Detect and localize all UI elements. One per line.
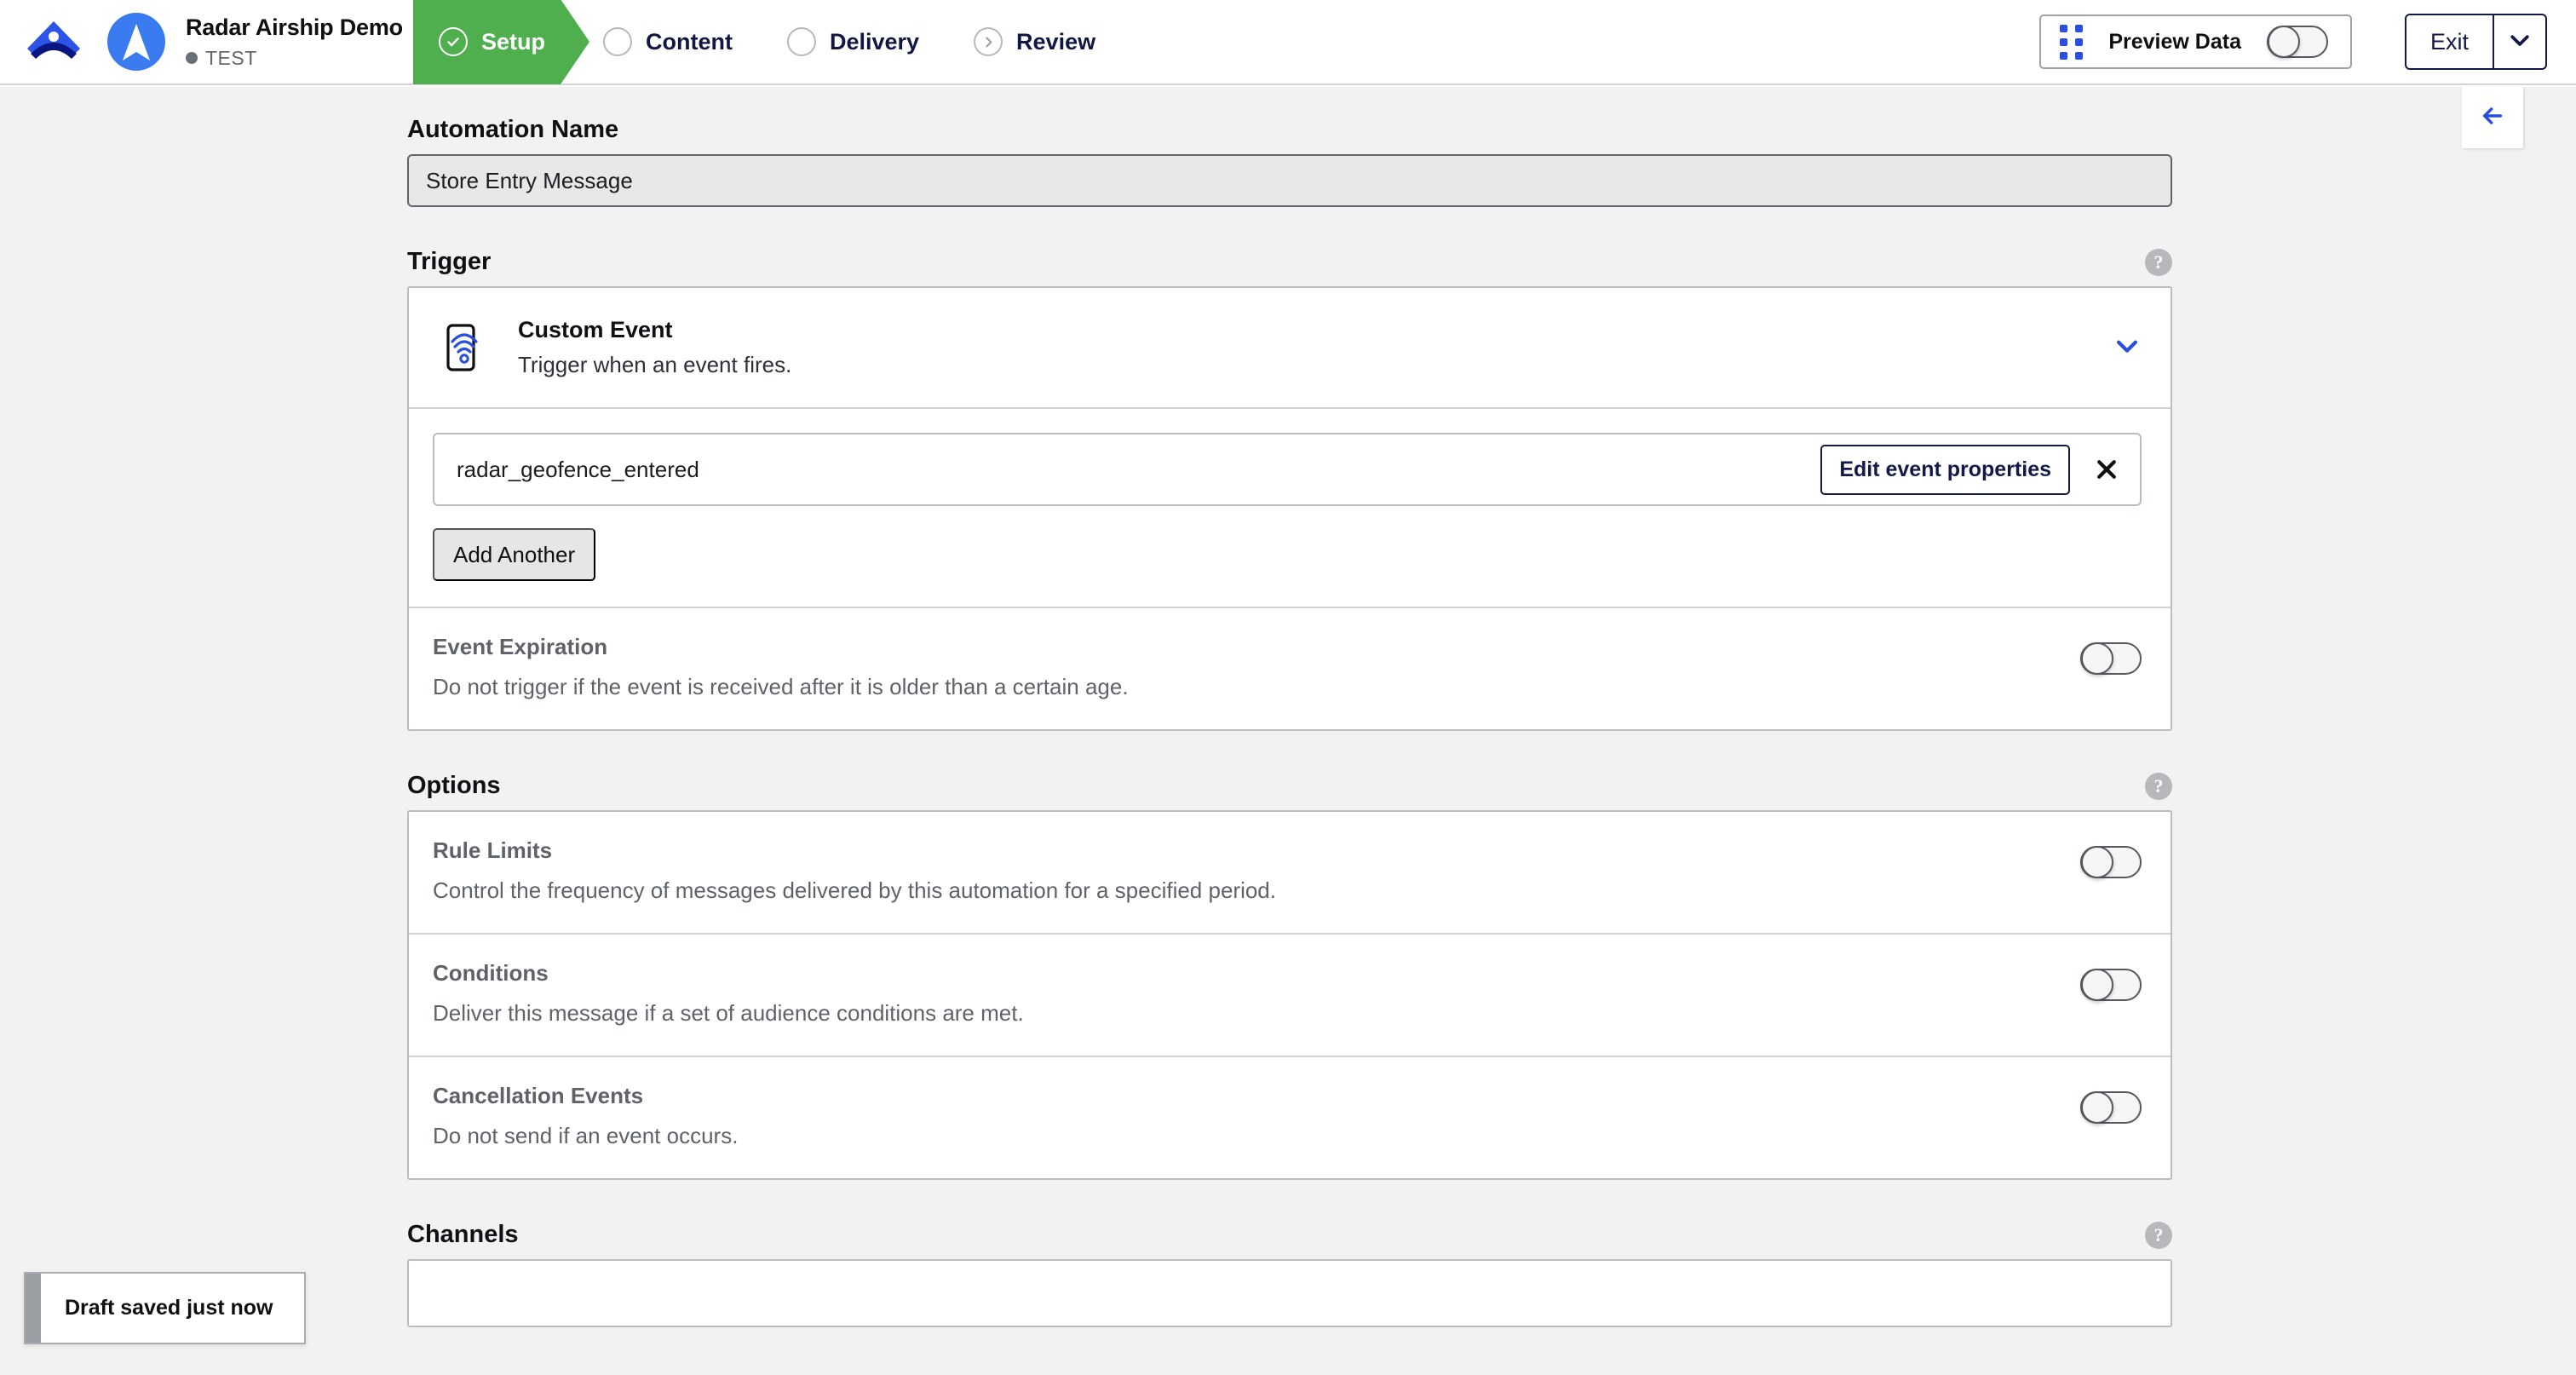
rule-limits-toggle[interactable] <box>2080 845 2142 878</box>
top-bar-right-controls: Preview Data Exit <box>2039 14 2576 70</box>
preview-data-label: Preview Data <box>2108 29 2241 54</box>
setup-form: Automation Name Store Entry Message Trig… <box>407 116 2172 1327</box>
automation-name-header: Automation Name <box>407 116 2172 144</box>
page-body: Automation Name Store Entry Message Trig… <box>0 87 2576 1375</box>
conditions-title: Conditions <box>433 960 549 986</box>
step-delivery[interactable]: Delivery <box>762 0 948 84</box>
step-delivery-label: Delivery <box>829 28 920 55</box>
radar-app-icon[interactable] <box>106 11 167 72</box>
event-name-input[interactable]: radar_geofence_entered <box>457 457 699 483</box>
rule-limits-description: Control the frequency of messages delive… <box>433 877 1276 903</box>
options-card: Rule Limits Control the frequency of mes… <box>407 810 2172 1180</box>
environment-badge: TEST <box>186 47 403 70</box>
step-setup[interactable]: Setup <box>413 0 589 84</box>
exit-dropdown-button[interactable] <box>2493 15 2545 68</box>
step-setup-label: Setup <box>480 28 545 55</box>
event-expiration-title: Event Expiration <box>433 634 608 659</box>
cancellation-events-title: Cancellation Events <box>433 1083 644 1108</box>
airship-logo[interactable] <box>24 16 83 67</box>
draft-saved-toast: Draft saved just now <box>24 1272 306 1344</box>
step-content-label: Content <box>645 28 733 55</box>
event-expiration-row: Event Expiration Do not trigger if the e… <box>409 608 2171 729</box>
options-section-header: Options ? <box>407 772 2172 800</box>
cancellation-events-description: Do not send if an event occurs. <box>433 1123 739 1148</box>
step-review-label: Review <box>1016 28 1096 55</box>
trigger-card-subtitle: Trigger when an event fires. <box>518 352 792 377</box>
environment-label: TEST <box>205 46 257 69</box>
exit-button[interactable]: Exit <box>2406 15 2493 68</box>
step-content[interactable]: Content <box>578 0 762 84</box>
chevron-right-circle-icon <box>974 27 1003 56</box>
conditions-description: Deliver this message if a set of audienc… <box>433 1000 1024 1026</box>
rule-limits-row: Rule Limits Control the frequency of mes… <box>409 812 2171 933</box>
chevron-down-icon <box>2507 27 2533 57</box>
app-name: Radar Airship Demo <box>186 14 403 40</box>
top-bar: Radar Airship Demo TEST Setup Content De… <box>0 0 2576 85</box>
grip-dots-icon[interactable] <box>2060 24 2084 60</box>
channels-section-title: Channels <box>407 1221 519 1248</box>
preview-data-toggle[interactable] <box>2266 25 2328 58</box>
collapse-panel-button[interactable] <box>2462 87 2523 148</box>
edit-event-properties-button[interactable]: Edit event properties <box>1820 444 2070 495</box>
channels-card <box>407 1259 2172 1327</box>
phone-broadcast-icon <box>440 321 492 374</box>
question-mark-icon[interactable]: ? <box>2145 248 2172 276</box>
event-row-actions: Edit event properties <box>1820 444 2121 495</box>
question-mark-icon[interactable]: ? <box>2145 1221 2172 1249</box>
close-x-icon[interactable] <box>2092 455 2121 484</box>
app-meta: Radar Airship Demo TEST <box>186 14 403 70</box>
event-expiration-description: Do not trigger if the event is received … <box>433 674 1129 699</box>
trigger-collapse-chevron-down-icon[interactable] <box>2113 331 2142 365</box>
conditions-row: Conditions Deliver this message if a set… <box>409 935 2171 1056</box>
options-section-title: Options <box>407 772 501 799</box>
automation-name-label: Automation Name <box>407 116 619 143</box>
exit-button-group: Exit <box>2404 14 2547 70</box>
empty-circle-icon <box>602 27 632 56</box>
cancellation-events-toggle[interactable] <box>2080 1090 2142 1124</box>
empty-circle-icon <box>786 27 816 56</box>
event-expiration-toggle[interactable] <box>2080 641 2142 675</box>
environment-dot-icon <box>186 52 198 64</box>
preview-data-control[interactable]: Preview Data <box>2039 14 2352 69</box>
trigger-section-header: Trigger ? <box>407 248 2172 276</box>
draft-saved-message: Draft saved just now <box>65 1296 273 1320</box>
trigger-card: Custom Event Trigger when an event fires… <box>407 286 2172 731</box>
add-another-button[interactable]: Add Another <box>433 528 596 581</box>
question-mark-icon[interactable]: ? <box>2145 772 2172 800</box>
toast-accent-bar <box>26 1274 41 1343</box>
cancellation-events-row: Cancellation Events Do not send if an ev… <box>409 1057 2171 1178</box>
trigger-card-header[interactable]: Custom Event Trigger when an event fires… <box>409 288 2171 407</box>
automation-name-input[interactable]: Store Entry Message <box>407 154 2172 207</box>
conditions-toggle[interactable] <box>2080 968 2142 1001</box>
check-circle-icon <box>439 27 468 56</box>
trigger-card-title: Custom Event <box>518 317 673 342</box>
rule-limits-title: Rule Limits <box>433 837 553 863</box>
step-review[interactable]: Review <box>948 0 1124 84</box>
trigger-section-title: Trigger <box>407 248 492 275</box>
event-list: radar_geofence_entered Edit event proper… <box>409 409 2171 607</box>
wizard-steps: Setup Content Delivery Review <box>413 0 1124 84</box>
channels-section-header: Channels ? <box>407 1221 2172 1249</box>
event-row: radar_geofence_entered Edit event proper… <box>433 433 2142 506</box>
arrow-left-icon <box>2479 102 2506 134</box>
